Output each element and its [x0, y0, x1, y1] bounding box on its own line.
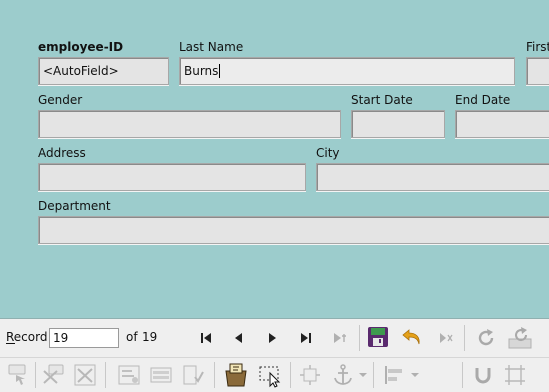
anchor-dropdown[interactable] — [358, 368, 368, 382]
gender-label: Gender — [38, 93, 83, 107]
snap-to-grid-tool[interactable] — [470, 362, 496, 388]
anchor-tool[interactable] — [330, 362, 356, 388]
design-mode-tool[interactable] — [72, 362, 98, 388]
add-field-icon — [225, 363, 247, 387]
end-date-label: End Date — [455, 93, 511, 107]
nav-separator — [464, 325, 465, 351]
anchor-icon — [334, 364, 352, 385]
refresh-control-icon — [508, 327, 532, 349]
toolbar-separator — [105, 362, 106, 388]
option-button-tool[interactable] — [40, 362, 66, 388]
activation-order-tool[interactable] — [180, 362, 206, 388]
city-field[interactable] — [316, 163, 549, 191]
last-record-button[interactable] — [296, 328, 316, 348]
previous-record-button[interactable] — [229, 328, 249, 348]
last-name-value: Burns — [184, 64, 219, 78]
align-icon — [385, 366, 402, 384]
last-record-icon — [301, 333, 311, 343]
first-name-label: First — [526, 40, 549, 54]
option-button-icon — [43, 364, 64, 384]
control-properties-icon — [118, 365, 140, 385]
record-navigation-bar: Record 19 of 19 — [0, 319, 549, 358]
undo-icon — [402, 329, 420, 345]
refresh-button[interactable] — [474, 326, 498, 350]
control-properties-tool[interactable] — [116, 362, 142, 388]
form-properties-icon — [150, 367, 172, 383]
last-name-label: Last Name — [179, 40, 244, 54]
delete-record-icon — [440, 333, 453, 343]
form-design-toolbar — [0, 358, 549, 392]
toolbar-separator — [214, 362, 215, 388]
start-date-label: Start Date — [351, 93, 413, 107]
chevron-down-icon — [411, 373, 419, 377]
toolbar-separator — [462, 362, 463, 388]
employee-id-label: employee-ID — [38, 40, 124, 54]
end-date-field[interactable] — [455, 110, 549, 138]
of-label: of — [126, 330, 138, 344]
activation-order-icon — [183, 365, 204, 385]
form-properties-tool[interactable] — [148, 362, 174, 388]
snap-to-grid-icon — [475, 368, 491, 384]
toolbar-separator — [290, 362, 291, 388]
add-field-tool[interactable] — [222, 361, 250, 389]
address-field[interactable] — [38, 163, 306, 191]
start-date-field[interactable] — [351, 110, 445, 138]
first-record-icon — [201, 333, 211, 343]
employee-id-field[interactable]: <AutoField> — [38, 57, 169, 85]
next-record-button[interactable] — [262, 328, 282, 348]
first-name-field[interactable] — [526, 57, 549, 85]
record-label: Record — [6, 330, 48, 344]
toolbar-separator — [35, 362, 36, 388]
nav-separator — [359, 325, 360, 351]
chevron-down-icon — [359, 373, 367, 377]
select-tool[interactable] — [256, 361, 284, 389]
refresh-control-button[interactable] — [507, 326, 535, 350]
previous-record-icon — [235, 333, 242, 343]
undo-button[interactable] — [400, 325, 424, 349]
refresh-icon — [478, 329, 494, 346]
department-label: Department — [38, 199, 111, 213]
address-label: Address — [38, 146, 86, 160]
text-cursor — [219, 64, 221, 78]
gender-field[interactable] — [38, 110, 341, 138]
design-mode-icon — [74, 364, 96, 386]
city-label: City — [316, 146, 340, 160]
position-size-icon — [300, 365, 320, 385]
push-button-icon — [8, 364, 26, 385]
save-record-icon — [368, 327, 388, 347]
guides-tool[interactable] — [502, 362, 528, 388]
record-count: 19 — [142, 330, 158, 344]
guides-icon — [505, 365, 525, 385]
align-tool[interactable] — [380, 362, 408, 388]
next-record-icon — [269, 333, 276, 343]
department-field[interactable] — [38, 216, 549, 244]
new-record-button[interactable] — [330, 328, 350, 348]
last-name-field[interactable]: Burns — [179, 57, 515, 85]
record-label-underline — [6, 343, 15, 344]
new-record-icon — [334, 333, 346, 343]
save-record-button[interactable] — [366, 325, 390, 349]
first-record-button[interactable] — [196, 328, 216, 348]
select-icon — [259, 366, 281, 388]
form-canvas: employee-ID <AutoField> Last Name Burns … — [0, 0, 549, 319]
align-dropdown[interactable] — [410, 368, 420, 382]
position-size-tool[interactable] — [297, 362, 323, 388]
push-button-tool[interactable] — [6, 362, 30, 388]
delete-record-button[interactable] — [436, 328, 456, 348]
toolbar-separator — [373, 362, 374, 388]
record-number-input[interactable]: 19 — [49, 328, 119, 348]
